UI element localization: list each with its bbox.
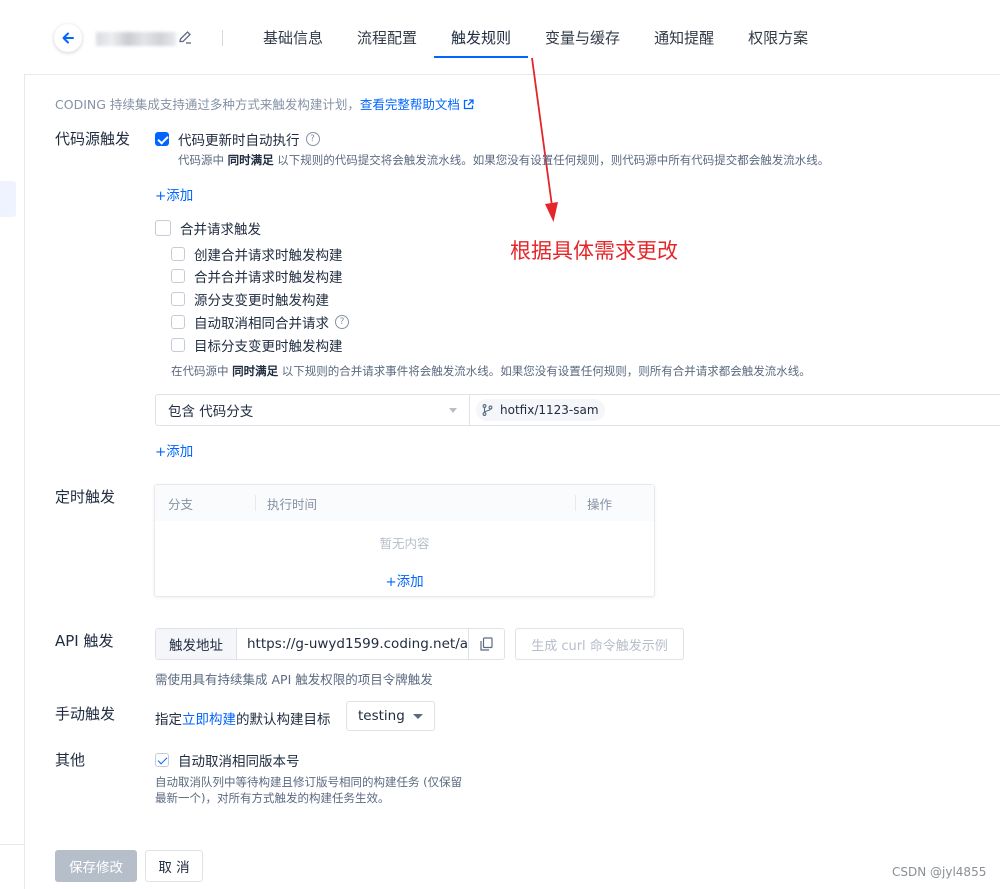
auto-exec-note: 代码源中 同时满足 以下规则的代码提交将会触发流水线。如果您没有设置任何规则，则… — [178, 153, 830, 167]
help-hint-text: CODING 持续集成支持通过多种方式来触发构建计划， — [55, 97, 360, 112]
build-now-link[interactable]: 立即构建 — [182, 712, 236, 728]
merge-option-checkbox[interactable] — [171, 338, 185, 352]
merge-request-label: 合并请求触发 — [180, 222, 261, 238]
merge-option-checkbox[interactable] — [171, 269, 185, 283]
cancel-button[interactable]: 取 消 — [145, 850, 203, 882]
auto-cancel-row[interactable]: 自动取消相同版本号 — [155, 750, 300, 770]
tab-notifications[interactable]: 通知提醒 — [637, 0, 731, 74]
build-target-value: testing — [358, 708, 405, 724]
left-nav-selected-item[interactable] — [0, 181, 16, 217]
tab-permissions[interactable]: 权限方案 — [731, 0, 825, 74]
copy-button[interactable] — [469, 629, 504, 659]
merge-request-checkbox[interactable] — [155, 220, 171, 236]
branch-tag[interactable]: hotfix/1123-sam — [476, 399, 605, 421]
git-branch-icon — [482, 404, 493, 416]
branch-filter-bar: 包含 代码分支 hotfix/1123-sam — [155, 394, 1000, 426]
auto-cancel-checkbox[interactable] — [155, 753, 169, 767]
merge-option-label: 创建合并请求时触发构建 — [194, 248, 343, 264]
chevron-down-icon — [449, 408, 457, 413]
help-hint: CODING 持续集成支持通过多种方式来触发构建计划，查看完整帮助文档 — [55, 94, 474, 113]
add-code-rule-button[interactable]: +添加 — [155, 184, 193, 204]
merge-option-row[interactable]: 合并合并请求时触发构建 — [171, 266, 343, 286]
column-divider — [255, 495, 256, 511]
caret-down-icon — [413, 714, 423, 719]
column-divider — [575, 495, 576, 511]
code-source-label: 代码源触发 — [55, 130, 131, 148]
schedule-label: 定时触发 — [55, 488, 116, 506]
annotation-arrow — [531, 57, 558, 222]
merge-option-checkbox[interactable] — [171, 292, 185, 306]
api-trigger-label: API 触发 — [55, 632, 114, 650]
top-bar: 基础信息 流程配置 触发规则 变量与缓存 通知提醒 权限方案 — [24, 0, 1000, 75]
tab-trigger-rules[interactable]: 触发规则 — [434, 0, 529, 74]
auto-cancel-label: 自动取消相同版本号 — [178, 754, 300, 770]
watermark: CSDN @jyl4855 — [892, 865, 987, 879]
column-header-branch: 分支 — [168, 496, 194, 512]
merge-option-label: 目标分支变更时触发构建 — [194, 339, 343, 355]
left-nav-divider — [0, 844, 24, 845]
generate-curl-button[interactable]: 生成 curl 命令触发示例 — [515, 628, 684, 660]
branch-tag-label: hotfix/1123-sam — [500, 403, 599, 417]
help-icon[interactable]: ? — [305, 132, 320, 146]
merge-option-label: 源分支变更时触发构建 — [194, 293, 329, 309]
arrow-left-icon — [62, 32, 74, 44]
column-header-actions: 操作 — [587, 496, 613, 512]
manual-trigger-text: 指定立即构建的默认构建目标 — [155, 712, 331, 728]
merge-option-row[interactable]: 源分支变更时触发构建 — [171, 289, 329, 309]
help-doc-link[interactable]: 查看完整帮助文档 — [360, 97, 460, 112]
merge-option-label: 合并合并请求时触发构建 — [194, 270, 343, 286]
auto-exec-checkbox[interactable] — [155, 132, 169, 146]
merge-option-row[interactable]: 创建合并请求时触发构建 — [171, 244, 343, 264]
merge-option-checkbox[interactable] — [171, 247, 185, 261]
merge-option-row[interactable]: 目标分支变更时触发构建 — [171, 335, 343, 355]
external-link-icon[interactable] — [463, 99, 474, 110]
back-button[interactable] — [54, 24, 82, 52]
merge-option-row[interactable]: 自动取消相同合并请求 ? — [171, 312, 349, 332]
api-url-field: 触发地址 https://g-uwyd1599.coding.net/ap — [155, 628, 505, 660]
annotation-text: 根据具体需求更改 — [510, 239, 678, 263]
filter-type-value: 包含 代码分支 — [168, 404, 254, 420]
merge-note: 在代码源中 同时满足 以下规则的合并请求事件将会触发流水线。如果您没有设置任何规… — [171, 364, 811, 378]
api-url-value[interactable]: https://g-uwyd1599.coding.net/ap — [237, 629, 469, 659]
filter-type-select[interactable]: 包含 代码分支 — [156, 395, 470, 425]
column-header-time: 执行时间 — [267, 496, 318, 512]
copy-icon — [480, 637, 493, 651]
left-nav-rail — [0, 0, 25, 889]
edit-icon[interactable] — [178, 30, 192, 44]
merge-option-label: 自动取消相同合并请求 — [194, 316, 329, 332]
merge-request-row[interactable]: 合并请求触发 — [155, 218, 261, 238]
schedule-table: 分支 执行时间 操作 暂无内容 +添加 — [154, 484, 655, 597]
api-url-prefix: 触发地址 — [156, 629, 237, 659]
schedule-table-header: 分支 执行时间 操作 — [155, 485, 654, 521]
auto-exec-row[interactable]: 代码更新时自动执行 ? — [155, 129, 320, 149]
empty-state: 暂无内容 — [379, 536, 430, 551]
tab-pipeline-config[interactable]: 流程配置 — [340, 0, 434, 74]
add-branch-rule-button[interactable]: +添加 — [155, 440, 193, 460]
build-target-select[interactable]: testing — [346, 701, 435, 731]
add-schedule-button[interactable]: +添加 — [155, 570, 654, 590]
other-label: 其他 — [55, 751, 86, 769]
save-button[interactable]: 保存修改 — [55, 850, 137, 882]
project-name-blurred — [96, 32, 176, 46]
auto-exec-label: 代码更新时自动执行 — [178, 133, 300, 149]
tab-basic-info[interactable]: 基础信息 — [246, 0, 340, 74]
help-icon[interactable]: ? — [335, 315, 349, 329]
merge-option-checkbox[interactable] — [171, 315, 185, 329]
manual-trigger-label: 手动触发 — [55, 705, 116, 723]
api-note: 需使用具有持续集成 API 触发权限的项目令牌触发 — [155, 672, 433, 687]
header-divider — [222, 30, 223, 46]
auto-cancel-note: 自动取消队列中等待构建且修订版号相同的构建任务 (仅保留最新一个)，对所有方式触… — [155, 775, 463, 805]
